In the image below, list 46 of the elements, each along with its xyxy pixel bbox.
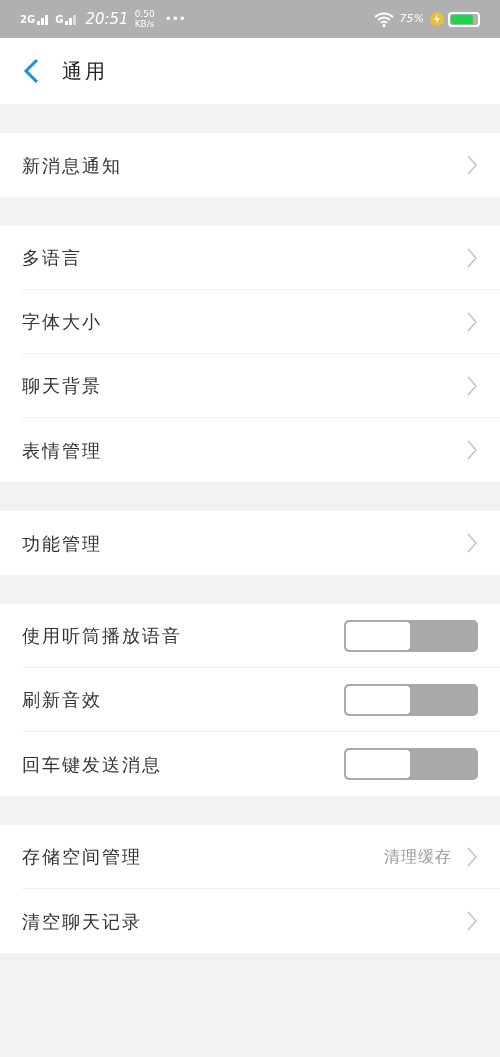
settings-row[interactable]: 功能管理 bbox=[0, 511, 500, 575]
wifi-icon bbox=[373, 11, 394, 27]
network-speed: 0.50 bbox=[134, 9, 155, 19]
row-value: 清理缓存 bbox=[384, 845, 452, 868]
chevron-right-icon bbox=[466, 246, 478, 269]
toggle-switch[interactable] bbox=[344, 748, 478, 780]
settings-row[interactable]: 使用听筒播放语音 bbox=[0, 604, 500, 668]
settings-row[interactable]: 清空聊天记录 bbox=[0, 889, 500, 953]
status-time: 20:51 bbox=[85, 8, 129, 30]
network-speed-unit: KB/s bbox=[134, 19, 155, 29]
settings-row[interactable]: 字体大小 bbox=[0, 290, 500, 354]
row-label: 刷新音效 bbox=[22, 688, 103, 712]
back-icon bbox=[22, 58, 40, 84]
chevron-right-icon bbox=[466, 910, 478, 932]
chevron-right-icon bbox=[466, 845, 478, 868]
settings-row[interactable]: 表情管理 bbox=[0, 418, 500, 482]
settings-row[interactable]: 刷新音效 bbox=[0, 668, 500, 732]
network-label: G bbox=[55, 12, 64, 27]
chevron-right-icon bbox=[466, 532, 478, 554]
row-label: 使用听筒播放语音 bbox=[22, 624, 183, 648]
battery-fill bbox=[451, 14, 474, 24]
row-label: 清空聊天记录 bbox=[22, 909, 143, 934]
chevron-right-icon bbox=[466, 310, 478, 333]
row-label: 回车键发送消息 bbox=[22, 752, 163, 777]
toggle-switch[interactable] bbox=[344, 619, 478, 652]
row-label: 多语言 bbox=[22, 246, 83, 270]
row-label: 聊天背景 bbox=[22, 374, 103, 398]
settings-row[interactable]: 聊天背景 bbox=[0, 354, 500, 418]
row-label: 存储空间管理 bbox=[22, 845, 143, 869]
settings-row[interactable]: 多语言 bbox=[0, 226, 500, 290]
chevron-right-icon bbox=[466, 439, 478, 461]
battery-percent: 75% bbox=[399, 10, 424, 27]
settings-row[interactable]: 新消息通知 bbox=[0, 133, 500, 197]
back-button[interactable] bbox=[22, 58, 40, 84]
row-label: 字体大小 bbox=[22, 310, 103, 334]
settings-row[interactable]: 存储空间管理 清理缓存 bbox=[0, 825, 500, 889]
row-label: 表情管理 bbox=[22, 438, 103, 463]
settings-row[interactable]: 回车键发送消息 bbox=[0, 732, 500, 796]
network-label: 2G bbox=[20, 12, 36, 27]
row-label: 新消息通知 bbox=[22, 153, 123, 178]
toggle-switch[interactable] bbox=[344, 683, 478, 716]
row-label: 功能管理 bbox=[22, 531, 103, 556]
page-title: 通用 bbox=[62, 58, 108, 85]
more-indicator: ••• bbox=[164, 11, 186, 28]
chevron-right-icon bbox=[466, 374, 478, 397]
chevron-right-icon bbox=[466, 154, 478, 176]
